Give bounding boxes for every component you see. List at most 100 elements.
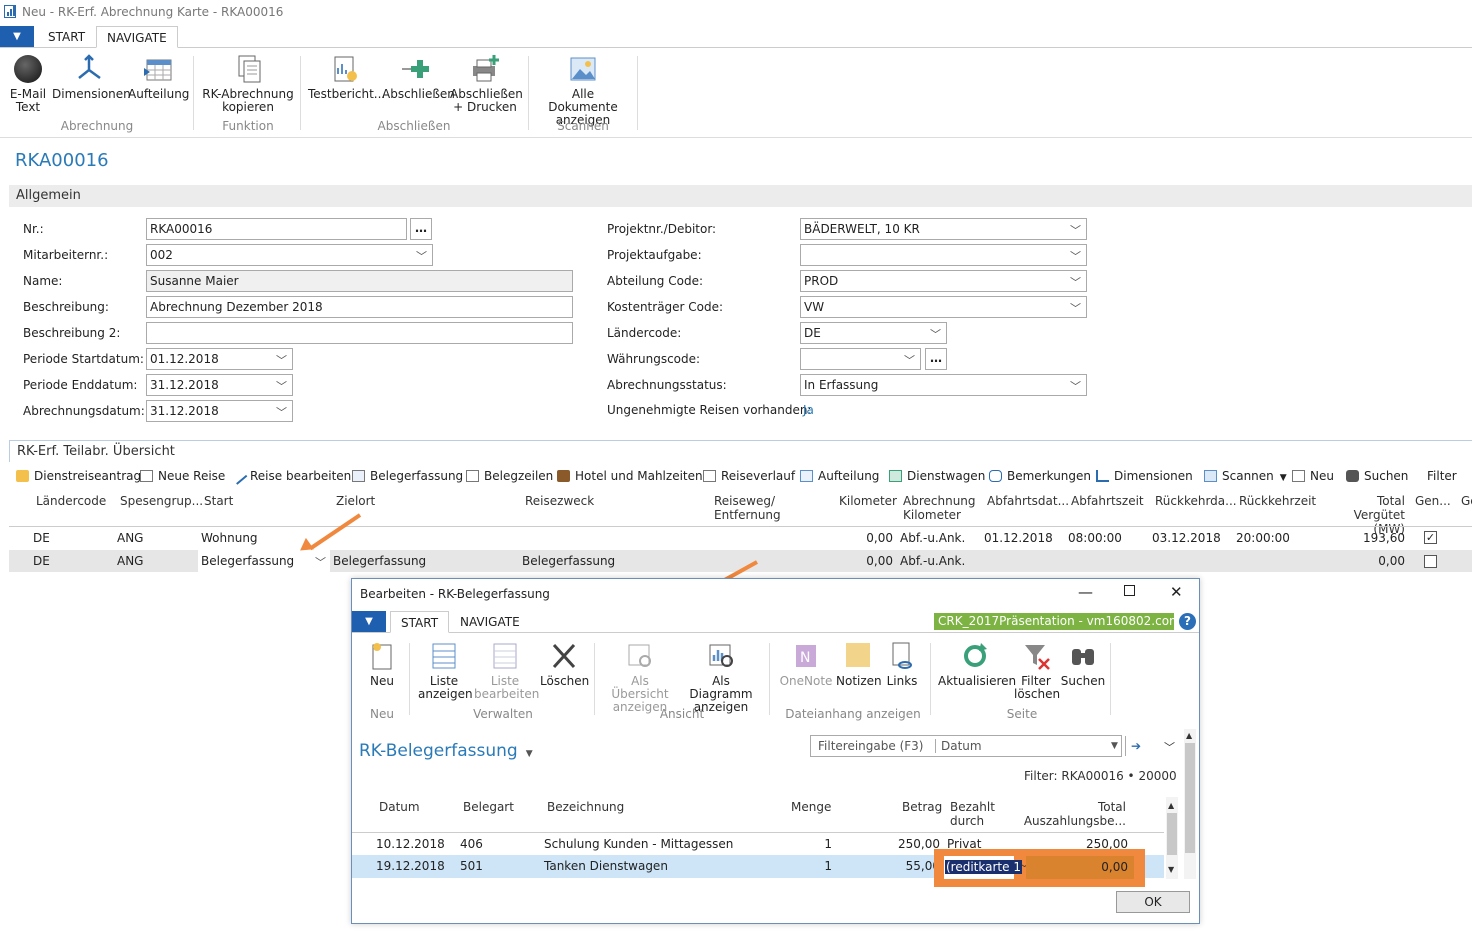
genehmigt-checkbox[interactable] [1424,555,1437,568]
loeschen-button[interactable]: Löschen [540,641,589,688]
waehrungscode-lookup-button[interactable]: … [925,348,947,370]
dialog-tab-start[interactable]: START [390,611,450,633]
filter-field-select[interactable]: Datum [941,736,982,756]
col-abfahrtszeit[interactable]: Abfahrtszeit [1071,494,1144,508]
neu-tb-button[interactable]: Neu [1292,469,1334,483]
status-field[interactable]: In Erfassung ﹀ [800,374,1087,396]
aufteilung-tb-button[interactable]: Aufteilung [800,469,879,483]
col-zielort[interactable]: Zielort [336,494,375,508]
aktualisieren-button[interactable]: Aktualisieren [938,641,1016,688]
abschliessen-drucken-button[interactable]: Abschließen + Drucken [450,54,523,114]
nr-field[interactable]: RKA00016 [146,218,407,240]
scrollbar-thumb[interactable] [1185,743,1195,853]
col-start[interactable]: Start [204,494,233,508]
scannen-button[interactable]: Scannen ▼ [1204,469,1287,483]
bemerkungen-button[interactable]: Bemerkungen [989,469,1091,483]
col-reisezweck[interactable]: Reisezweck [525,494,594,508]
col-rueckkehrdatum[interactable]: Rückkehrda... [1155,494,1237,508]
reiseverlauf-button[interactable]: Reiseverlauf [703,469,795,483]
ok-button[interactable]: OK [1116,891,1190,913]
periode-ende-field[interactable]: 31.12.2018 ﹀ [146,374,293,396]
grid-scrollbar[interactable]: ▲ ▼ [1166,797,1178,879]
dienstwagen-button[interactable]: Dienstwagen [889,469,985,483]
dialog-tab-navigate[interactable]: NAVIGATE [450,611,530,633]
tab-navigate[interactable]: NAVIGATE [96,26,178,48]
notizen-button[interactable]: Notizen [836,641,882,688]
kostentraeger-field[interactable]: VW ﹀ [800,296,1087,318]
scroll-up-icon[interactable]: ▲ [1168,801,1174,810]
col-reiseweg[interactable]: Reiseweg/Entfernung [714,494,781,522]
alle-dokumente-button[interactable]: Alle Dokumente anzeigen [536,54,630,127]
als-diagramm-button[interactable]: Als Diagramm anzeigen [682,641,760,714]
projektnr-field[interactable]: BÄDERWELT, 10 KR ﹀ [800,218,1087,240]
col-total-auszahlung[interactable]: Total Auszahlungsbe... [1012,800,1126,828]
onenote-button[interactable]: N OneNote [778,641,834,688]
help-icon[interactable]: ? [1179,613,1196,630]
neue-reise-button[interactable]: Neue Reise [140,469,225,483]
waehrungscode-field[interactable]: ﹀ [800,348,921,370]
scroll-up-icon[interactable]: ▲ [1186,731,1192,740]
maximize-button[interactable] [1124,585,1135,596]
collapse-chevron-icon[interactable]: ﹀ [1164,739,1175,755]
genehmigt-checkbox[interactable]: ✓ [1424,531,1437,544]
periode-start-field[interactable]: 01.12.2018 ﹀ [146,348,293,370]
section-allgemein[interactable]: Allgemein [9,185,1472,207]
dimensionen-button[interactable]: Dimensionen [52,54,131,101]
col-abfahrtsdatum[interactable]: Abfahrtsdat... [987,494,1069,508]
aufteilung-button[interactable]: Aufteilung [128,54,189,101]
col-abrechnung-km[interactable]: Abrechnung Kilometer [903,494,976,522]
abschliessen-button[interactable]: Abschließen [382,54,455,101]
scrollbar-thumb[interactable] [1167,813,1177,855]
col-belegart[interactable]: Belegart [463,800,514,814]
col-ge[interactable]: Ge [1461,494,1472,508]
col-bezahlt-durch[interactable]: Bezahlt durch [950,800,995,828]
dialog-scrollbar[interactable]: ▲ [1184,729,1196,879]
chevron-down-icon[interactable]: ▼ [1111,736,1118,756]
start-dropdown[interactable]: Belegerfassung ﹀ [198,550,330,572]
links-button[interactable]: Links [884,641,920,688]
testbericht-button[interactable]: Testbericht... [308,54,385,101]
als-uebersicht-button[interactable]: Als Übersicht anzeigen [602,641,678,714]
tab-start[interactable]: START [38,26,95,48]
abteilung-field[interactable]: PROD ﹀ [800,270,1087,292]
belegerfassung-button[interactable]: Belegerfassung [352,469,463,483]
dialog-menu-button[interactable]: ▼ [352,611,386,632]
laendercode-field[interactable]: DE ﹀ [800,322,947,344]
dienstreiseantrag-button[interactable]: Dienstreiseantrag [16,469,141,483]
filter-input[interactable]: Filtereingabe (F3) [818,736,923,756]
suchen-button[interactable]: Suchen [1060,641,1106,688]
ungenehmigt-link[interactable]: Ja [803,403,814,417]
app-menu-button[interactable]: ▼ [0,26,34,47]
nr-lookup-button[interactable]: … [410,218,432,240]
col-betrag[interactable]: Betrag [902,800,942,814]
hotel-mahlzeiten-button[interactable]: Hotel und Mahlzeiten [557,469,703,483]
projektaufgabe-field[interactable]: ﹀ [800,244,1087,266]
filter-loeschen-button[interactable]: Filter löschen [1014,641,1060,701]
dialog-neu-button[interactable]: Neu [364,641,400,688]
col-menge[interactable]: Menge [791,800,831,814]
dialog-page-title[interactable]: RK-Belegerfassung ▼ [359,741,533,761]
table-row[interactable]: DE ANG Wohnung 0,00 Abf.-u.Ank. 01.12.20… [9,527,1472,549]
liste-anzeigen-button[interactable]: Liste anzeigen [418,641,473,701]
col-spesengruppe[interactable]: Spesengrup... [120,494,203,508]
mitarbeiternr-field[interactable]: 002 ﹀ [146,244,433,266]
col-rueckkehrzeit[interactable]: Rückkehrzeit [1239,494,1316,508]
reise-bearbeiten-button[interactable]: Reise bearbeiten [229,467,351,485]
arrow-right-icon[interactable]: ➔ [1131,736,1141,756]
rk-kopieren-button[interactable]: RK-Abrechnung kopieren [200,54,296,114]
scroll-down-icon[interactable]: ▼ [1168,865,1174,874]
beschreibung-field[interactable]: Abrechnung Dezember 2018 [146,296,573,318]
dimensionen-tb-button[interactable]: Dimensionen [1096,469,1193,483]
close-icon[interactable]: ✕ [1170,583,1183,601]
filter-tb-button[interactable]: Filter [1427,469,1457,483]
col-bezeichnung[interactable]: Bezeichnung [547,800,624,814]
belegzeilen-button[interactable]: Belegzeilen [466,469,553,483]
abrechnungsdatum-field[interactable]: 31.12.2018 ﹀ [146,400,293,422]
col-kilometer[interactable]: Kilometer [839,494,897,508]
email-text-button[interactable]: E-Mail Text [6,54,50,114]
col-datum[interactable]: Datum [379,800,420,814]
liste-bearbeiten-button[interactable]: Liste bearbeiten [474,641,539,701]
minimize-button[interactable]: — [1078,583,1093,601]
beschreibung2-field[interactable] [146,322,573,344]
col-laendercode[interactable]: Ländercode [36,494,106,508]
